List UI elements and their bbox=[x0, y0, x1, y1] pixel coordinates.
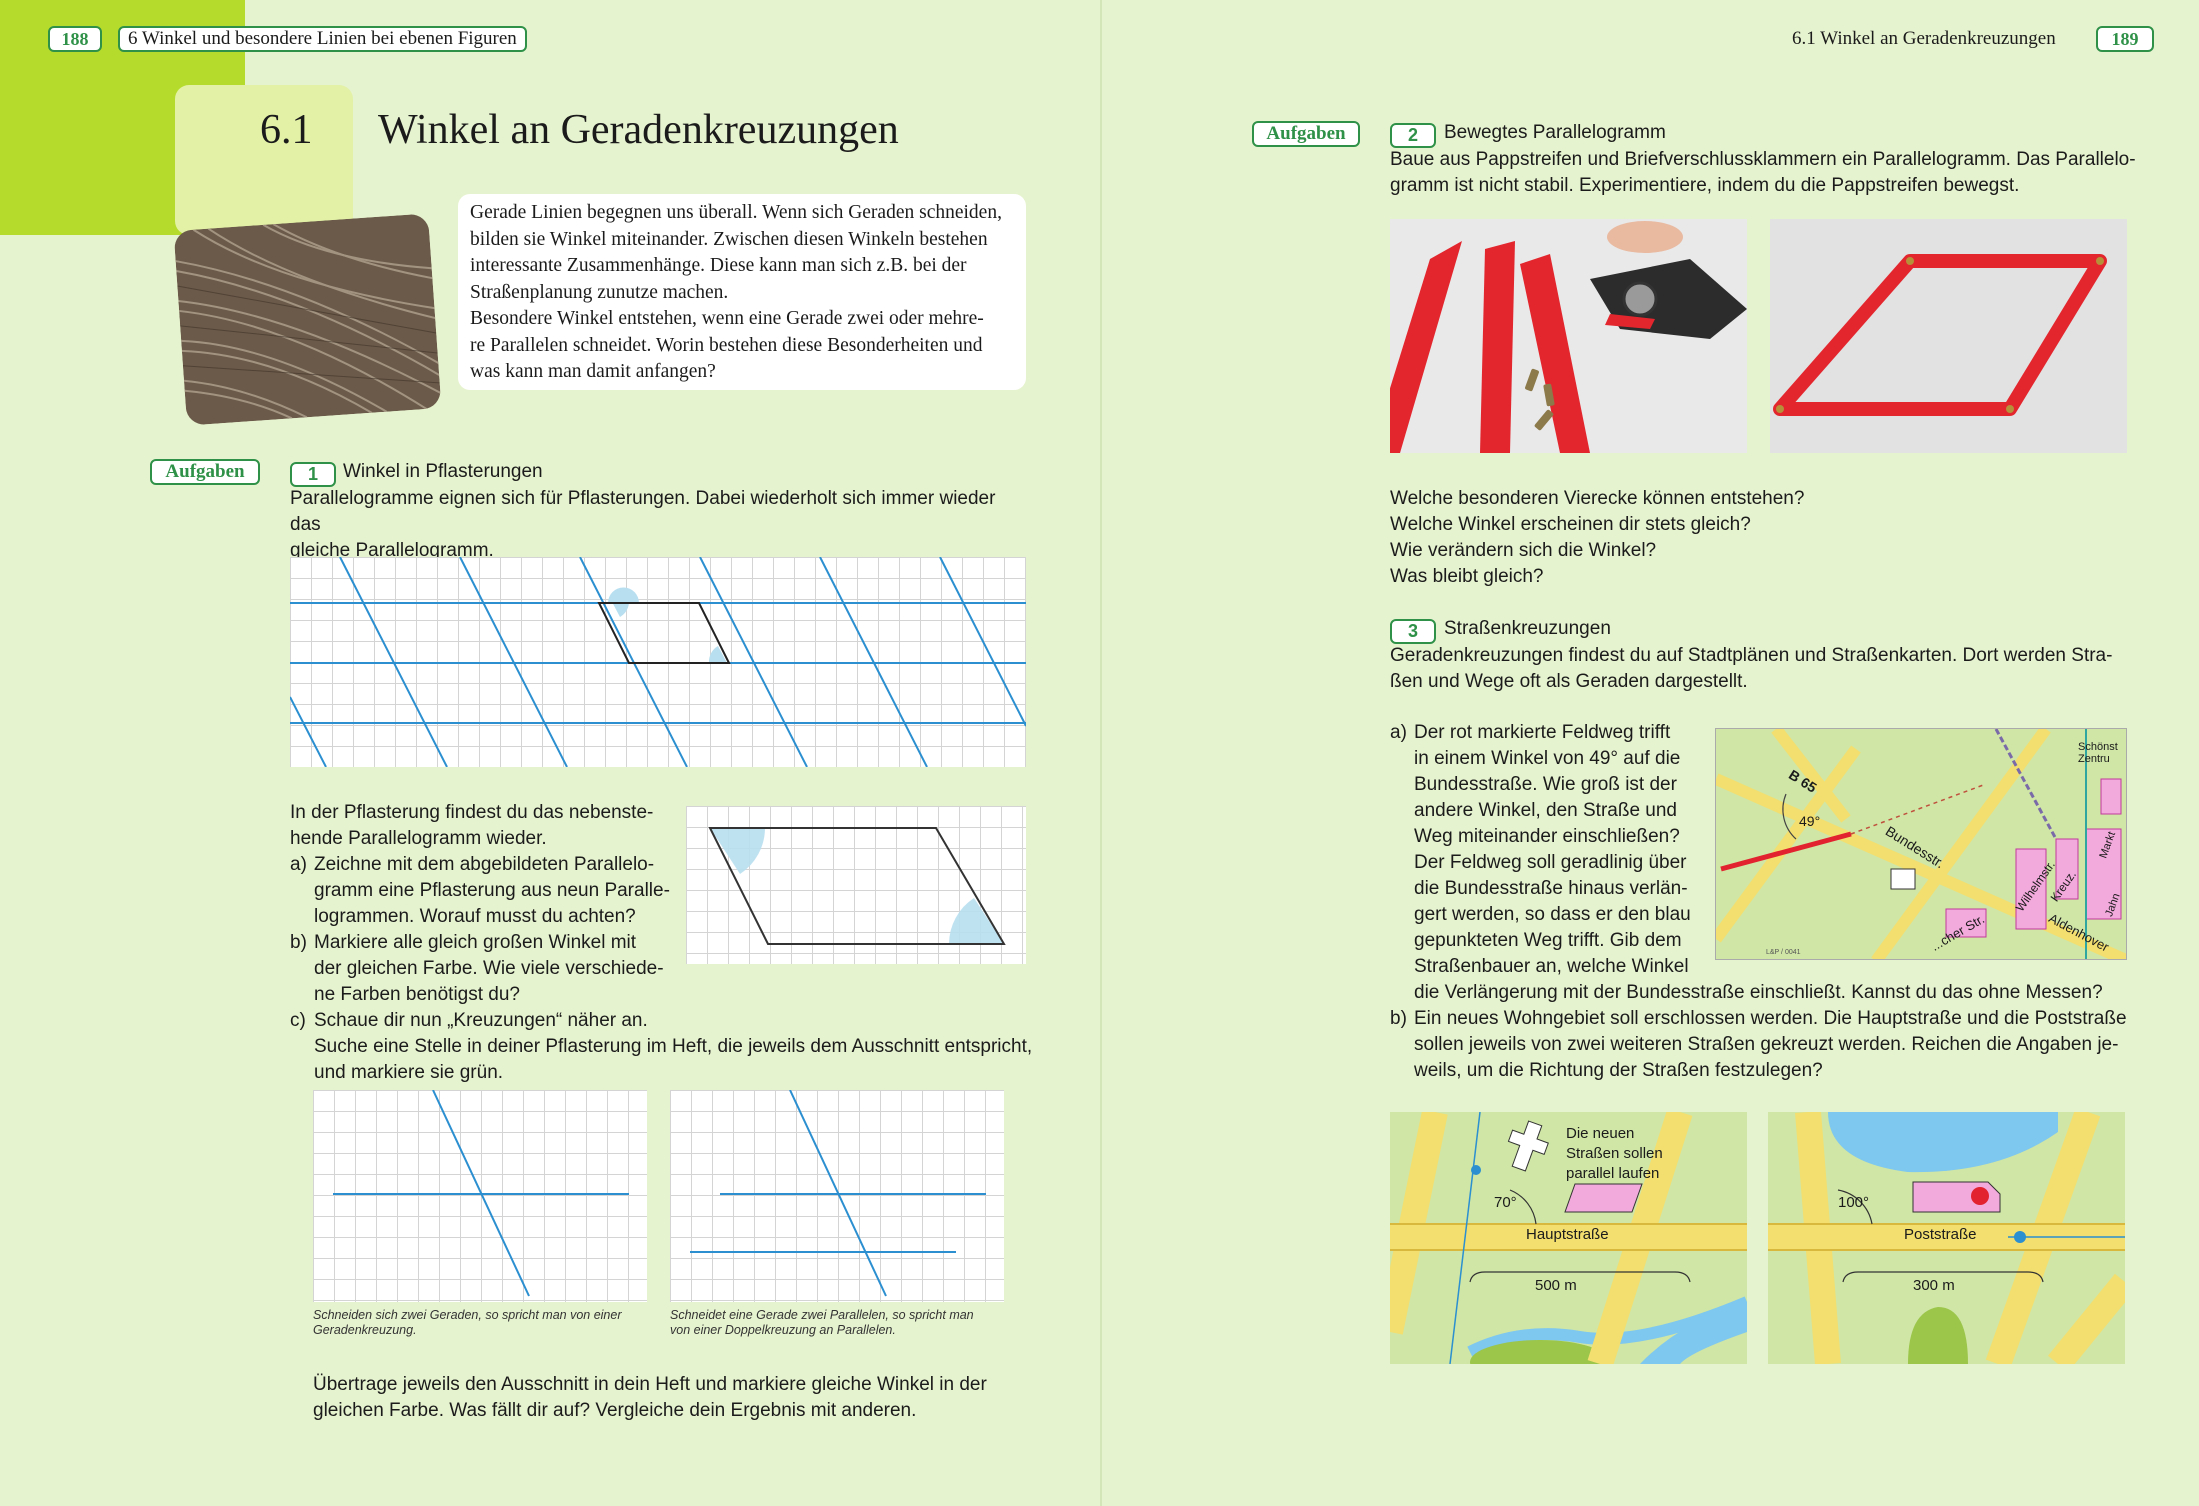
question-line: Wie verändern sich die Winkel? bbox=[1390, 540, 1657, 561]
task1-title: Winkel in Pflasterungen bbox=[343, 461, 543, 482]
text-line: hende Parallelogramm wieder. bbox=[290, 828, 547, 849]
text-line: In der Pflasterung findest du das nebens… bbox=[290, 802, 654, 823]
diagram-angle-70: 70° bbox=[1494, 1194, 1517, 1211]
chapter-header: 6 Winkel und besondere Linien bei ebenen… bbox=[118, 26, 527, 52]
text-line: gleichen Farbe. Was fällt dir auf? Vergl… bbox=[313, 1400, 917, 1421]
diagram-note: Die neuen Straßen sollen parallel laufen bbox=[1566, 1124, 1663, 1184]
map-angle-label: 49° bbox=[1799, 813, 1821, 829]
tasks-label-left: Aufgaben bbox=[150, 459, 260, 485]
text-line: die Verlängerung mit der Bundesstraße ei… bbox=[1414, 982, 2103, 1003]
caption-line: Schneidet eine Gerade zwei Parallelen, s… bbox=[670, 1308, 974, 1322]
text-line: und markiere sie grün. bbox=[314, 1062, 504, 1083]
task3-title: Straßenkreuzungen bbox=[1444, 618, 1611, 639]
intro-line: Straßenplanung zunutze machen. bbox=[470, 281, 729, 303]
text-line: gramm eine Pflasterung aus neun Paralle- bbox=[314, 880, 670, 901]
section-title: Winkel an Geradenkreuzungen bbox=[378, 107, 899, 153]
task2-title: Bewegtes Parallelogramm bbox=[1444, 122, 1666, 143]
text-line: Baue aus Pappstreifen und Briefverschlus… bbox=[1390, 149, 2136, 170]
text-line: Suche eine Stelle in deiner Pflasterung … bbox=[314, 1036, 1033, 1057]
text-line: weils, um die Richtung der Straßen festz… bbox=[1414, 1060, 1823, 1081]
text-line: Übertrage jeweils den Ausschnitt in dein… bbox=[313, 1374, 987, 1395]
text-line: Geradenkreuzungen findest du auf Stadtpl… bbox=[1390, 645, 2113, 666]
task3-part-b: b) Ein neues Wohngebiet soll erschlossen… bbox=[1390, 1006, 2160, 1084]
parallelogram-figure bbox=[686, 806, 1026, 964]
task3-intro: Geradenkreuzungen findest du auf Stadtpl… bbox=[1390, 643, 2160, 695]
question-line: Was bleibt gleich? bbox=[1390, 566, 1544, 587]
tessellation-figure bbox=[289, 556, 1027, 768]
task2-intro: Baue aus Pappstreifen und Briefverschlus… bbox=[1390, 147, 2160, 199]
part-label: a) bbox=[1390, 722, 1407, 743]
text-line: der gleichen Farbe. Wie viele verschiede… bbox=[314, 958, 664, 979]
text-line: Markiere alle gleich großen Winkel mit bbox=[314, 932, 637, 953]
intro-line: interessante Zusammenhänge. Diese kann m… bbox=[470, 255, 967, 276]
page-fold bbox=[1100, 0, 1102, 1506]
text-line: logrammen. Worauf musst du achten? bbox=[314, 906, 636, 927]
intro-line: was kann man damit anfangen? bbox=[470, 361, 716, 382]
map-corner-line: Zentru bbox=[2078, 753, 2110, 765]
caption-line: Geradenkreuzung. bbox=[313, 1323, 417, 1337]
road-diagram-hauptstrasse: Die neuen Straßen sollen parallel laufen… bbox=[1390, 1112, 1747, 1364]
text-line: ßen und Wege oft als Geraden dargestellt… bbox=[1390, 671, 1748, 692]
intro-line: bilden sie Winkel miteinander. Zwischen … bbox=[470, 228, 988, 250]
diagram-street-poststrasse: Poststraße bbox=[1904, 1226, 1977, 1243]
note-line: parallel laufen bbox=[1566, 1165, 1660, 1182]
note-line: Straßen sollen bbox=[1566, 1145, 1663, 1162]
text-line: sollen jeweils von zwei weiteren Straßen… bbox=[1414, 1034, 2119, 1055]
task1-closing: Übertrage jeweils den Ausschnitt in dein… bbox=[313, 1372, 1053, 1424]
city-map: B 65 49° Bundesstr. Wilhelmstr. Kreuz. A… bbox=[1715, 728, 2127, 960]
part-label: c) bbox=[290, 1010, 306, 1031]
task1-body: In der Pflasterung findest du das nebens… bbox=[290, 800, 690, 852]
map-corner-label: Schönst Zentru bbox=[2078, 741, 2118, 765]
text-line: Ein neues Wohngebiet soll erschlossen we… bbox=[1414, 1008, 2127, 1029]
diagram-angle-100: 100° bbox=[1838, 1194, 1870, 1211]
caption-double-crossing: Schneidet eine Gerade zwei Parallelen, s… bbox=[670, 1308, 1010, 1338]
text-line: Zeichne mit dem abgebildeten Parallelo- bbox=[314, 854, 655, 875]
page-header-right: 6.1 Winkel an Geradenkreuzungen bbox=[1792, 28, 2056, 49]
page-number-right: 189 bbox=[2096, 26, 2154, 52]
task1-part-a: a) Zeichne mit dem abgebildeten Parallel… bbox=[290, 852, 690, 930]
question-line: Welche besonderen Vierecke können entste… bbox=[1390, 488, 1805, 509]
section-number: 6.1 bbox=[260, 107, 313, 153]
page-number-left: 188 bbox=[48, 26, 102, 52]
road-diagram-poststrasse: 100° Poststraße 300 m bbox=[1768, 1112, 2125, 1364]
task-number-2: 2 bbox=[1390, 123, 1436, 148]
part-label: b) bbox=[290, 932, 307, 953]
task2-questions: Welche besonderen Vierecke können entste… bbox=[1390, 486, 2090, 590]
task1-part-b: b) Markiere alle gleich großen Winkel mi… bbox=[290, 930, 690, 1008]
map-corner-line: Schönst bbox=[2078, 741, 2118, 753]
text-line: ne Farben benötigst du? bbox=[314, 984, 520, 1005]
text-line: Schaue dir nun „Kreuzungen“ näher an. bbox=[314, 1010, 648, 1031]
task-number-3: 3 bbox=[1390, 619, 1436, 644]
diagram-street-hauptstrasse: Hauptstraße bbox=[1526, 1226, 1609, 1243]
task1-part-c: c) Schaue dir nun „Kreuzungen“ näher an.… bbox=[290, 1008, 1050, 1086]
note-line: Die neuen bbox=[1566, 1125, 1635, 1142]
diagram-distance-500m: 500 m bbox=[1535, 1277, 1577, 1294]
question-line: Welche Winkel erscheinen dir stets gleic… bbox=[1390, 514, 1751, 535]
diagram-distance-300m: 300 m bbox=[1913, 1277, 1955, 1294]
railway-tracks-photo bbox=[173, 213, 442, 426]
line-crossing-figure bbox=[313, 1089, 647, 1302]
part-label: a) bbox=[290, 854, 307, 875]
intro-line: Gerade Linien begegnen uns überall. Wenn… bbox=[470, 202, 1002, 223]
tasks-label-right: Aufgaben bbox=[1252, 121, 1360, 147]
text-line: gramm ist nicht stabil. Experimentiere, … bbox=[1390, 175, 2020, 196]
intro-line: Besondere Winkel entstehen, wenn eine Ge… bbox=[470, 308, 984, 329]
red-strips-photo bbox=[1390, 219, 1747, 453]
map-credit: L&P / 0041 bbox=[1766, 949, 1801, 956]
parallel-crossing-figure bbox=[670, 1089, 1004, 1302]
caption-crossing: Schneiden sich zwei Geraden, so spricht … bbox=[313, 1308, 653, 1338]
red-parallelogram-photo bbox=[1770, 219, 2127, 453]
text-line: Parallelogramme eignen sich für Pflaster… bbox=[290, 488, 996, 535]
task1-intro: Parallelogramme eignen sich für Pflaster… bbox=[290, 486, 1030, 564]
caption-line: von einer Doppelkreuzung an Parallelen. bbox=[670, 1323, 896, 1337]
intro-line: re Parallelen schneidet. Worin bestehen … bbox=[470, 334, 983, 356]
part-label: b) bbox=[1390, 1008, 1407, 1029]
caption-line: Schneiden sich zwei Geraden, so spricht … bbox=[313, 1308, 622, 1322]
intro-text-box: Gerade Linien begegnen uns überall. Wenn… bbox=[458, 194, 1026, 390]
task-number-1: 1 bbox=[290, 462, 336, 487]
